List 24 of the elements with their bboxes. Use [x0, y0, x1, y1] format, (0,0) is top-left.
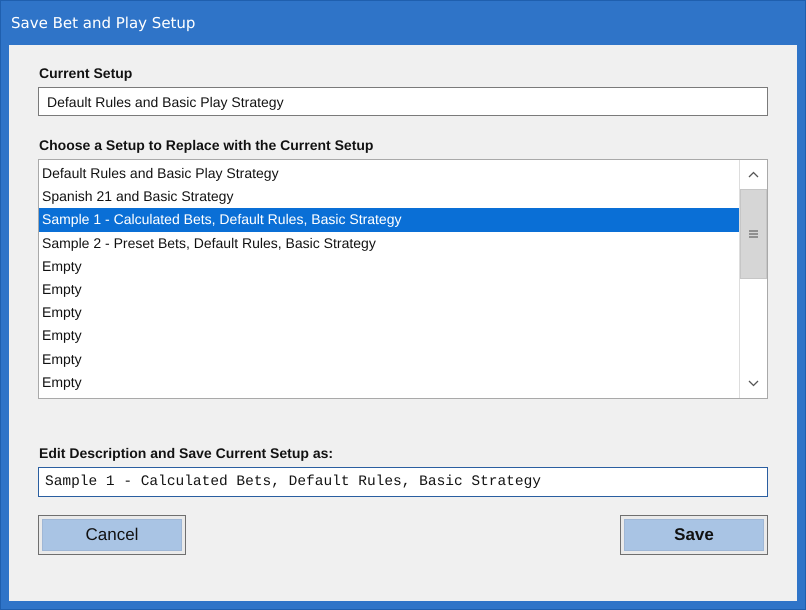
list-item[interactable]: Spanish 21 and Basic Strategy [39, 185, 739, 208]
list-item[interactable]: Sample 2 - Preset Bets, Default Rules, Basic Strategy [39, 232, 739, 255]
save-button[interactable]: Save [620, 515, 768, 555]
description-label: Edit Description and Save Current Setup as: [39, 445, 334, 461]
list-item[interactable]: Empty [39, 254, 739, 278]
cancel-button[interactable]: Cancel [38, 515, 186, 555]
list-item[interactable]: Default Rules and Basic Play Strategy [39, 162, 739, 186]
setup-list-label: Choose a Setup to Replace with the Current Setup [39, 137, 374, 153]
setup-list[interactable] [38, 159, 768, 399]
description-field[interactable]: Sample 1 - Calculated Bets, Default Rules, Basic Strategy [38, 467, 768, 497]
scroll-down-icon[interactable] [748, 380, 759, 387]
scrollbar-thumb[interactable] [740, 189, 767, 279]
window-title: Save Bet and Play Setup [10, 13, 196, 34]
current-setup-label: Current Setup [39, 65, 132, 81]
list-item[interactable]: Empty [39, 324, 739, 348]
list-item[interactable]: Empty [39, 278, 739, 302]
grip-icon [749, 230, 758, 238]
scroll-up-icon[interactable] [748, 171, 759, 178]
current-setup-field[interactable]: Default Rules and Basic Play Strategy [38, 87, 768, 116]
list-item[interactable]: Empty [39, 301, 739, 324]
list-item[interactable]: Sample 1 - Calculated Bets, Default Rules, Basic Strategy [39, 208, 739, 232]
list-item[interactable]: Empty [39, 370, 739, 394]
list-item[interactable]: Empty [39, 348, 739, 371]
scrollbar[interactable] [739, 160, 767, 398]
